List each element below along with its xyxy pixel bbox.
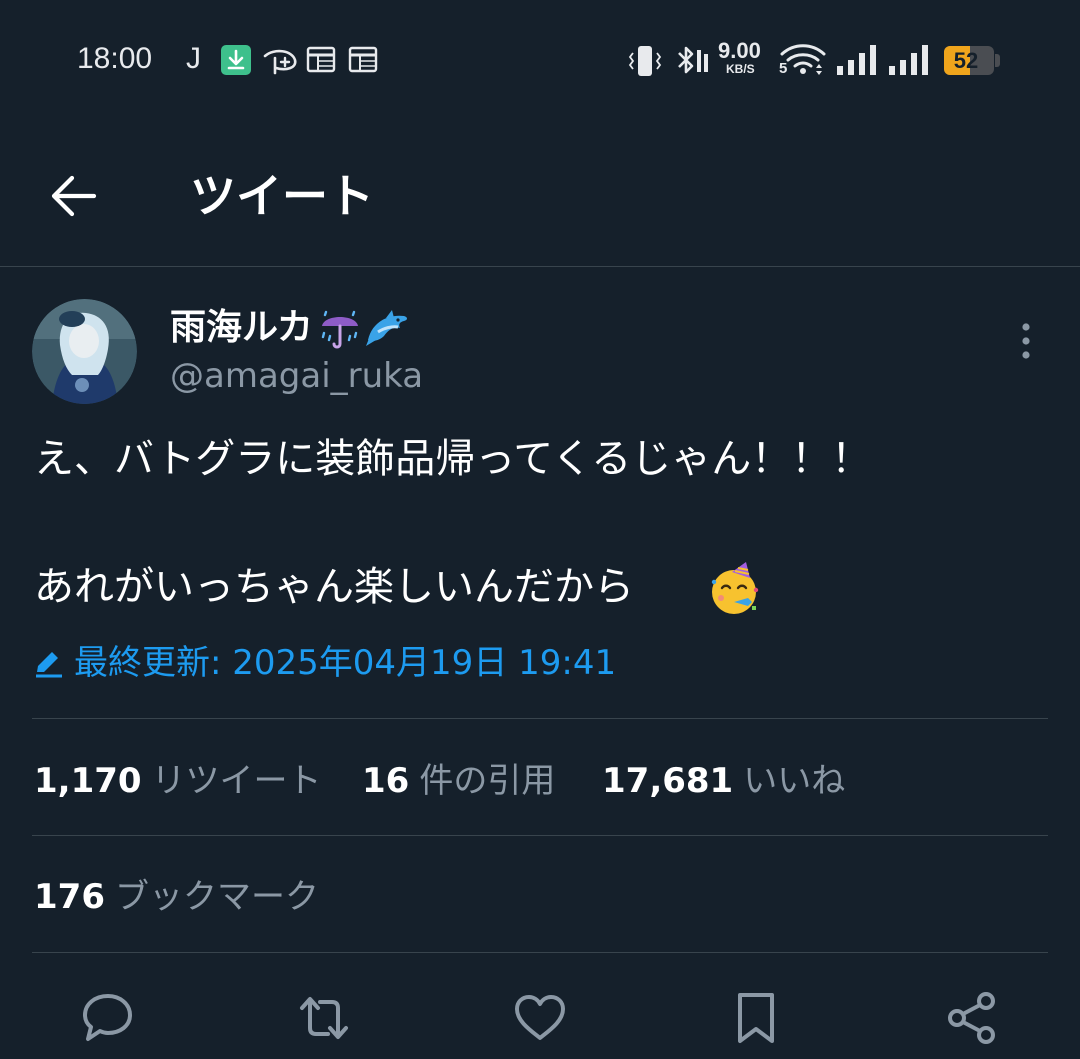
battery-nub (995, 54, 1000, 67)
disney-plus-icon (263, 49, 297, 75)
quotes-label: 件の引用 (419, 761, 556, 801)
wifi-band-label: 5 (779, 60, 788, 77)
reply-icon (83, 994, 132, 1041)
retweet-button[interactable] (296, 990, 352, 1046)
more-dot (1022, 351, 1030, 359)
quotes-count: 16 (362, 761, 410, 801)
calendar-icon (306, 46, 336, 73)
bookmarks-stat[interactable]: 176 ブックマーク (34, 871, 319, 929)
more-dot (1022, 337, 1030, 345)
more-dot (1022, 323, 1030, 331)
avatar[interactable] (32, 299, 137, 404)
network-speed-value: 9.00 (718, 38, 761, 63)
share-icon (948, 992, 995, 1044)
carrier-icon: J (186, 42, 201, 75)
bookmarks-label: ブックマーク (114, 877, 319, 917)
divider (32, 835, 1048, 836)
vibrate-icon (628, 46, 662, 76)
partying-face-icon (711, 562, 759, 614)
status-time: 18:00 (77, 42, 153, 75)
battery-icon: 52 (944, 46, 994, 75)
share-button[interactable] (944, 990, 1000, 1046)
network-speed-unit: KB/S (726, 62, 755, 76)
tweet-text-line: え、バトグラに装飾品帰ってくるじゃん！！！ (34, 436, 872, 482)
retweets-count: 1,170 (34, 761, 142, 801)
divider (32, 952, 1048, 953)
dolphin-icon (366, 310, 407, 346)
pencil-icon (36, 652, 62, 678)
download-icon (221, 45, 251, 75)
header-divider (0, 266, 1080, 267)
retweets-stat[interactable]: 1,170 リツイート (34, 755, 322, 813)
username[interactable]: @amagai_ruka (170, 354, 423, 398)
bookmark-button[interactable] (728, 990, 784, 1046)
quotes-stat[interactable]: 16 件の引用 (362, 755, 555, 813)
bookmark-icon (738, 993, 774, 1043)
retweet-icon (300, 997, 348, 1039)
signal-icon (837, 45, 876, 75)
battery-level: 52 (953, 48, 979, 73)
calendar-icon (348, 46, 378, 73)
umbrella-with-rain-icon (321, 310, 358, 349)
likes-count: 17,681 (602, 761, 734, 801)
page-title: ツイート (190, 169, 374, 223)
like-button[interactable] (512, 990, 568, 1046)
like-icon (515, 995, 565, 1040)
edited-timestamp: 最終更新: 2025年04月19日 19:41 (74, 643, 617, 683)
more-options-button[interactable] (1008, 318, 1044, 364)
tweet-text-line: あれがいっちゃん楽しいんだから (34, 564, 634, 610)
likes-label: いいね (743, 761, 846, 801)
divider (32, 718, 1048, 719)
arrow-left-icon (51, 175, 97, 217)
bluetooth-icon (678, 46, 708, 74)
retweets-label: リツイート (151, 761, 322, 801)
display-name[interactable]: 雨海ルカ (170, 304, 313, 352)
likes-stat[interactable]: 17,681 いいね (602, 755, 845, 813)
reply-button[interactable] (80, 990, 136, 1046)
bookmarks-count: 176 (34, 877, 105, 917)
signal-icon (889, 45, 928, 75)
back-button[interactable] (44, 168, 104, 224)
